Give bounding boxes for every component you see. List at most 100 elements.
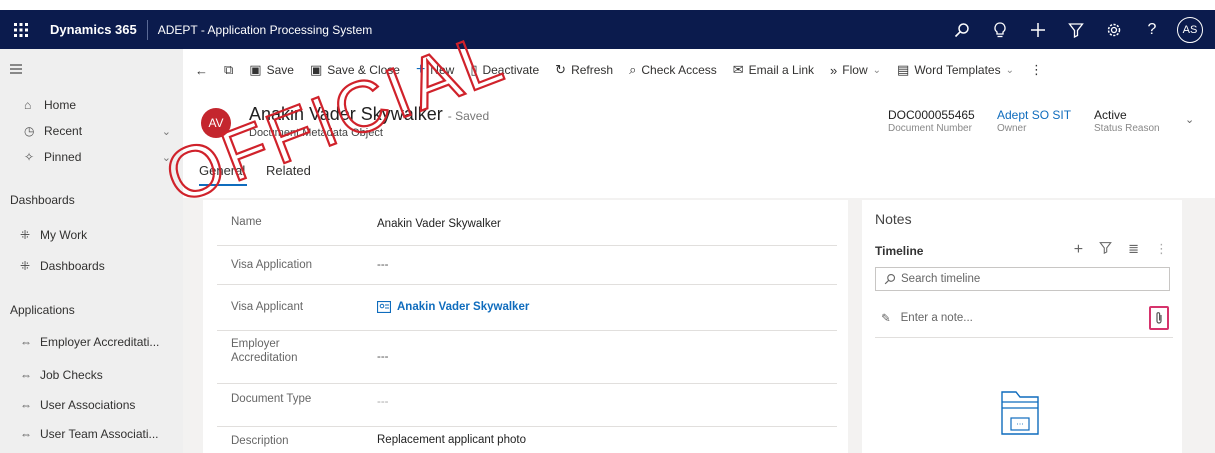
enter-note-field[interactable]: ✎ Enter a note... bbox=[875, 298, 1173, 338]
top-navigation-bar: Dynamics 365 ADEPT - Application Process… bbox=[0, 10, 1215, 49]
sidebar-item-label: Pinned bbox=[44, 150, 82, 164]
save-close-icon: ▣ bbox=[309, 62, 323, 77]
field-label-line: Accreditation bbox=[231, 352, 298, 364]
field-label: Employer Accreditation bbox=[231, 337, 297, 365]
sidebar-item-my-work[interactable]: ⁜ My Work bbox=[0, 222, 183, 248]
add-activity-plus-icon[interactable]: + bbox=[1074, 241, 1083, 259]
list-view-icon[interactable]: ≣ bbox=[1128, 241, 1139, 259]
email-link-button[interactable]: ✉ Email a Link bbox=[725, 56, 822, 84]
word-templates-label: Word Templates bbox=[914, 63, 1001, 77]
sidebar-item-job-checks[interactable]: ⇔ Job Checks bbox=[0, 362, 183, 388]
sidebar-item-user-team-associations[interactable]: ⇔ User Team Associati... bbox=[0, 421, 183, 447]
back-arrow-icon: ← bbox=[195, 62, 208, 78]
timeline-toolbar: + ≣ ⋮ bbox=[1074, 241, 1168, 259]
search-placeholder: Search timeline bbox=[901, 273, 981, 285]
record-avatar: AV bbox=[201, 108, 231, 138]
word-templates-button[interactable]: ▤ Word Templates ⌄ bbox=[889, 56, 1022, 84]
sidebar-item-home[interactable]: ⌂ Home bbox=[0, 92, 183, 118]
filter-icon[interactable] bbox=[1059, 13, 1093, 47]
visa-applicant-lookup[interactable]: Anakin Vader Skywalker bbox=[377, 301, 529, 313]
entity-icon: ⇔ bbox=[20, 398, 32, 412]
save-status: - Saved bbox=[447, 109, 490, 123]
document-number-value: DOC000055465 bbox=[888, 108, 975, 122]
notes-scrollbar[interactable] bbox=[1200, 200, 1208, 453]
sidebar-item-recent[interactable]: ◷ Recent ⌄ bbox=[0, 118, 183, 144]
name-input[interactable]: Anakin Vader Skywalker bbox=[377, 218, 501, 230]
app-launcher-icon[interactable] bbox=[0, 10, 42, 49]
filter-icon[interactable] bbox=[1099, 241, 1112, 259]
plus-icon[interactable] bbox=[1021, 13, 1055, 47]
flow-label: Flow bbox=[842, 63, 868, 77]
save-button[interactable]: ▣ Save bbox=[241, 56, 302, 84]
more-commands-button[interactable]: ⋮ bbox=[1022, 56, 1051, 84]
sidebar-item-pinned[interactable]: ✧ Pinned ⌄ bbox=[0, 144, 183, 170]
dashboard-icon: ⁜ bbox=[20, 259, 31, 273]
clock-icon: ◷ bbox=[24, 124, 35, 138]
general-section: Name Anakin Vader Skywalker Visa Applica… bbox=[203, 200, 848, 453]
search-icon[interactable] bbox=[945, 13, 979, 47]
popout-button[interactable]: ⧉ bbox=[216, 56, 241, 84]
email-link-label: Email a Link bbox=[748, 63, 815, 77]
svg-text:···: ··· bbox=[1016, 420, 1024, 429]
deactivate-label: Deactivate bbox=[482, 63, 540, 77]
deactivate-button[interactable]: ▯ Deactivate bbox=[462, 56, 547, 84]
attach-file-button[interactable] bbox=[1149, 306, 1169, 330]
sidebar-item-label: Job Checks bbox=[40, 368, 103, 382]
field-visa-application: Visa Application --- bbox=[217, 246, 837, 285]
email-icon: ✉ bbox=[732, 62, 744, 77]
user-avatar[interactable]: AS bbox=[1173, 13, 1207, 47]
header-field-status: Active Status Reason bbox=[1094, 108, 1160, 134]
sidebar-group-dashboards: Dashboards bbox=[10, 193, 75, 207]
entity-icon: ⇔ bbox=[20, 335, 32, 349]
popout-icon: ⧉ bbox=[224, 62, 234, 77]
settings-gear-icon[interactable] bbox=[1097, 13, 1131, 47]
pin-icon: ✧ bbox=[24, 150, 35, 164]
document-type-select[interactable]: --- bbox=[377, 396, 389, 408]
flow-button[interactable]: » Flow ⌄ bbox=[822, 56, 889, 84]
visa-application-lookup[interactable]: --- bbox=[377, 259, 389, 271]
app-title[interactable]: ADEPT - Application Processing System bbox=[148, 23, 373, 37]
expand-header-chevron-icon[interactable]: ⌄ bbox=[1185, 113, 1194, 126]
owner-link[interactable]: Adept SO SIT bbox=[997, 108, 1071, 122]
timeline-search-input[interactable]: Search timeline bbox=[875, 267, 1170, 291]
notes-title: Notes bbox=[875, 211, 912, 227]
sitemap-sidebar: ⌂ Home ◷ Recent ⌄ ✧ Pinned ⌄ Dashboards … bbox=[0, 49, 183, 453]
sidebar-item-employer-accreditations[interactable]: ⇔ Employer Accreditati... bbox=[0, 329, 183, 355]
search-icon bbox=[884, 273, 896, 285]
refresh-button[interactable]: ↻ Refresh bbox=[547, 56, 621, 84]
field-label: Description bbox=[231, 435, 289, 447]
entity-icon: ⇔ bbox=[20, 368, 32, 382]
check-access-button[interactable]: ⌕ Check Access bbox=[621, 56, 725, 84]
sidebar-item-label: Dashboards bbox=[40, 259, 105, 273]
sidebar-item-dashboards[interactable]: ⁜ Dashboards bbox=[0, 253, 183, 279]
employer-accreditation-lookup[interactable]: --- bbox=[377, 351, 389, 363]
owner-label: Owner bbox=[997, 123, 1027, 134]
lightbulb-icon[interactable] bbox=[983, 13, 1017, 47]
back-button[interactable]: ← bbox=[183, 56, 216, 84]
help-icon[interactable]: ? bbox=[1135, 13, 1169, 47]
plus-icon: + bbox=[415, 61, 426, 78]
header-field-document-number: DOC000055465 Document Number bbox=[888, 108, 975, 134]
new-button[interactable]: + New bbox=[408, 56, 462, 84]
more-vertical-icon[interactable]: ⋮ bbox=[1155, 241, 1168, 259]
sidebar-item-label: User Associations bbox=[40, 398, 136, 412]
chevron-down-icon: ⌄ bbox=[1005, 64, 1014, 76]
tab-general[interactable]: General bbox=[199, 163, 245, 178]
paperclip-icon bbox=[1156, 312, 1162, 324]
save-label: Save bbox=[266, 63, 294, 77]
description-input[interactable]: Replacement applicant photo bbox=[377, 434, 526, 446]
field-label: Document Type bbox=[231, 393, 312, 405]
record-title: Anakin Vader Skywalker - Saved bbox=[249, 104, 489, 125]
field-label: Visa Applicant bbox=[231, 301, 304, 313]
visa-applicant-link[interactable]: Anakin Vader Skywalker bbox=[397, 301, 529, 313]
product-name[interactable]: Dynamics 365 bbox=[42, 22, 147, 37]
sidebar-item-label: User Team Associati... bbox=[40, 427, 159, 441]
save-close-button[interactable]: ▣ Save & Close bbox=[302, 56, 408, 84]
deactivate-icon: ▯ bbox=[470, 62, 478, 77]
hamburger-menu-icon[interactable] bbox=[0, 56, 183, 82]
sidebar-item-user-associations[interactable]: ⇔ User Associations bbox=[0, 392, 183, 418]
sidebar-item-label: Home bbox=[44, 98, 77, 112]
field-document-type: Document Type --- bbox=[217, 384, 837, 427]
refresh-icon: ↻ bbox=[555, 62, 567, 77]
tab-related[interactable]: Related bbox=[266, 163, 311, 178]
